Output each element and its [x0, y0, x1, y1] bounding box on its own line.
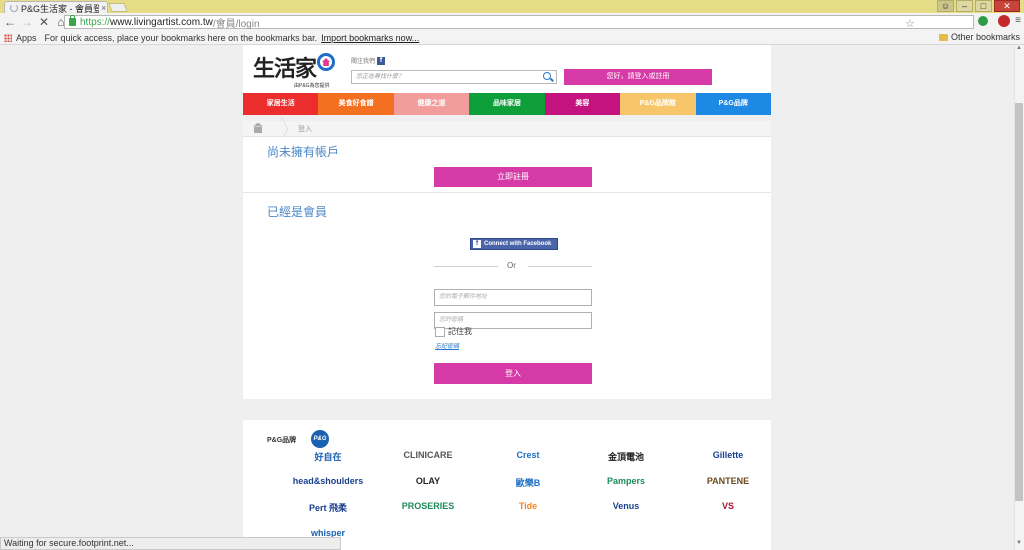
brand-logo[interactable]: OLAY — [383, 476, 473, 486]
bookmarks-hint: For quick access, place your bookmarks h… — [44, 32, 318, 43]
maximize-icon[interactable]: □ — [975, 0, 992, 12]
breadcrumb-home-icon[interactable] — [254, 126, 262, 133]
url-host: www.livingartist.com.tw — [110, 16, 213, 28]
register-title: 尚未擁有帳戶 — [267, 145, 340, 159]
brand-logo[interactable]: PANTENE — [683, 476, 773, 486]
brand-logo[interactable]: Venus — [581, 501, 671, 511]
login-section: 已經是會員 f Connect with Facebook Or 您的電子郵件地… — [243, 193, 771, 399]
folder-icon — [938, 33, 948, 41]
category-tab[interactable]: P&G品牌 — [695, 93, 771, 115]
address-bar[interactable]: https:// www.livingartist.com.tw /會員/log… — [64, 15, 974, 30]
category-tab[interactable]: 健康之道 — [393, 93, 470, 115]
login-title: 已經是會員 — [267, 205, 328, 219]
site-header: 生活家 由P&G為您提供 關注我們 f 您正在尋找什麼？ 您好，請登入或註冊 — [243, 45, 771, 93]
extension-red-icon[interactable] — [998, 15, 1010, 27]
remember-checkbox[interactable] — [435, 326, 445, 337]
password-placeholder: 您的密碼 — [439, 317, 464, 323]
scrollbar-thumb[interactable] — [1015, 103, 1023, 501]
chrome-menu-icon[interactable]: ≡ — [1015, 15, 1021, 26]
extension-green-icon[interactable] — [978, 16, 988, 26]
brand-logo[interactable]: 好自在 — [283, 450, 373, 463]
search-icon[interactable] — [543, 72, 551, 80]
pg-logo-icon[interactable]: P&G — [311, 430, 329, 448]
new-tab-button[interactable] — [108, 3, 128, 12]
brand-logo[interactable]: 金頂電池 — [581, 450, 671, 463]
import-bookmarks-link[interactable]: Import bookmarks now... — [321, 33, 419, 43]
close-window-icon[interactable]: ✕ — [994, 0, 1020, 12]
brand-logo[interactable]: CLINICARE — [383, 450, 473, 460]
brand-logo[interactable]: Tide — [483, 501, 573, 511]
category-tab[interactable]: 家居生活 — [243, 93, 319, 115]
search-placeholder: 您正在尋找什麼？ — [356, 74, 405, 80]
status-bar: Waiting for secure.footprint.net... — [0, 537, 341, 550]
follow-label: 關注我們 — [351, 59, 376, 65]
register-section: 尚未擁有帳戶 立即註冊 — [243, 137, 771, 193]
logo-house-icon — [317, 53, 336, 71]
brands-title: P&G品牌 — [267, 437, 297, 444]
other-bookmarks-folder[interactable]: Other bookmarks — [938, 32, 1020, 42]
facebook-connect-button[interactable]: f Connect with Facebook — [470, 238, 558, 250]
window-controls: ☺ – □ ✕ — [937, 0, 1020, 12]
brand-logo[interactable]: 歐樂B — [483, 476, 573, 489]
url-scheme: https:// — [80, 16, 111, 28]
divider-line — [528, 266, 592, 267]
site-logo[interactable]: 生活家 — [253, 51, 336, 83]
category-tab[interactable]: 美食好食譜 — [318, 93, 394, 115]
search-input[interactable]: 您正在尋找什麼？ — [351, 70, 557, 84]
follow-us: 關注我們 f — [351, 56, 386, 65]
bookmarks-bar: Apps For quick access, place your bookma… — [0, 31, 1024, 45]
loading-spinner-icon — [10, 4, 18, 12]
brand-logo[interactable]: Gillette — [683, 450, 773, 460]
facebook-logo-icon: f — [473, 240, 481, 248]
brands-section: P&G品牌 P&G 好自在 CLINICARE Crest 金頂電池 Gillette h… — [243, 420, 771, 550]
apps-link[interactable]: Apps — [16, 33, 37, 43]
remember-me[interactable]: 記住我 — [435, 326, 472, 337]
login-register-button[interactable]: 您好，請登入或註冊 — [564, 69, 712, 85]
category-nav: 家居生活 美食好食譜 健康之道 品味家居 美容 P&G品牌館 P&G品牌 — [243, 93, 771, 115]
other-bookmarks-label: Other bookmarks — [950, 32, 1020, 42]
scroll-up-icon[interactable]: ▲ — [1014, 45, 1024, 55]
email-field[interactable]: 您的電子郵件地址 — [434, 289, 592, 306]
page-container: 生活家 由P&G為您提供 關注我們 f 您正在尋找什麼？ 您好，請登入或註冊 家… — [243, 45, 771, 399]
category-tab[interactable]: 美容 — [544, 93, 621, 115]
breadcrumb-current: 登入 — [298, 125, 312, 133]
stop-icon[interactable]: ✕ — [37, 15, 51, 29]
user-profile-icon[interactable]: ☺ — [937, 0, 954, 12]
category-tab[interactable]: P&G品牌館 — [620, 93, 696, 115]
browser-toolbar: ← → ✕ ⌂ https:// www.livingartist.com.tw… — [0, 13, 1024, 31]
remember-label: 記住我 — [448, 327, 472, 336]
divider-line — [434, 266, 498, 267]
tab-close-icon[interactable]: × — [101, 3, 106, 13]
logo-text: 生活家 — [253, 56, 317, 82]
register-button[interactable]: 立即註冊 — [434, 167, 592, 187]
brand-logo[interactable]: Crest — [483, 450, 573, 460]
logo-subtitle: 由P&G為您提供 — [294, 83, 330, 89]
forward-arrow-icon[interactable]: → — [20, 15, 34, 29]
brand-logo[interactable]: Pampers — [581, 476, 671, 486]
breadcrumb: 登入 — [243, 117, 771, 140]
vertical-scrollbar[interactable]: ▲ ▼ — [1014, 45, 1024, 550]
lock-icon — [69, 15, 76, 26]
apps-grid-icon — [4, 33, 12, 42]
url-path: /會員/login — [212, 18, 260, 30]
email-placeholder: 您的電子郵件地址 — [439, 294, 488, 300]
or-text: Or — [507, 261, 516, 270]
minimize-icon[interactable]: – — [956, 0, 973, 12]
window-titlebar: P&G生活家 - 會員登 × ☺ – □ ✕ — [0, 0, 1024, 14]
back-arrow-icon[interactable]: ← — [3, 15, 17, 29]
brand-logo[interactable]: VS — [683, 501, 773, 511]
category-tab[interactable]: 品味家居 — [469, 93, 545, 115]
facebook-connect-label: Connect with Facebook — [484, 241, 552, 247]
scroll-down-icon[interactable]: ▼ — [1014, 540, 1024, 550]
login-submit-button[interactable]: 登入 — [434, 363, 592, 384]
brand-logo[interactable]: Pert 飛柔 — [283, 501, 373, 514]
bookmark-star-icon[interactable]: ☆ — [905, 17, 915, 30]
brand-logo[interactable]: head&shoulders — [283, 476, 373, 486]
brand-logo[interactable]: PROSERIES — [383, 501, 473, 511]
or-divider: Or — [434, 261, 592, 271]
facebook-icon[interactable]: f — [377, 56, 386, 65]
forgot-password-link[interactable]: 忘記密碼 — [435, 341, 459, 350]
